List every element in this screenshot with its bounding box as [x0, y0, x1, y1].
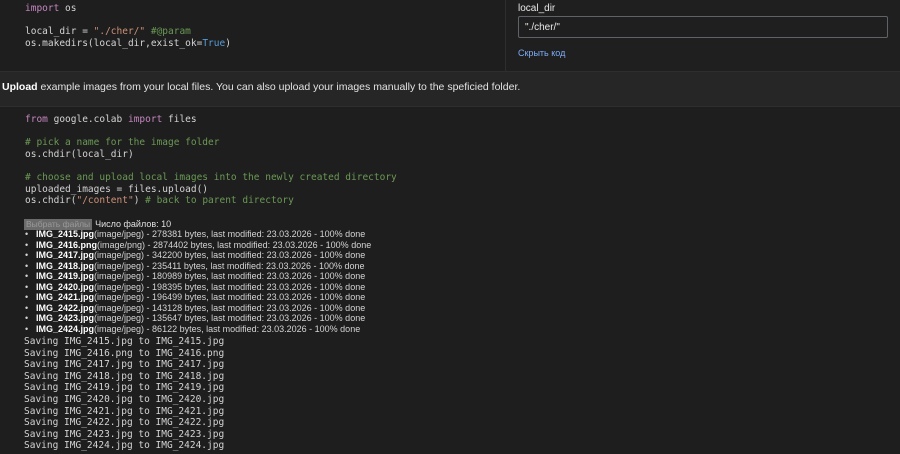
code-token: True [202, 37, 226, 49]
file-count-label: Число файлов: 10 [95, 219, 172, 229]
cell-output: Выбрать файлы Число файлов: 10 IMG_2415.… [0, 214, 900, 454]
file-name: IMG_2424.jpg [36, 323, 95, 334]
uploaded-file-item: IMG_2420.jpg(image/jpeg) - 198395 bytes,… [24, 282, 371, 293]
code-line: # pick a name for the image folder [25, 137, 397, 149]
saving-line: Saving IMG_2417.jpg to IMG_2417.jpg [24, 359, 225, 371]
saving-line: Saving IMG_2421.jpg to IMG_2421.jpg [24, 405, 225, 417]
file-info: (image/jpeg) - 278381 bytes, last modifi… [94, 229, 366, 239]
uploaded-file-item: IMG_2424.jpg(image/jpeg) - 86122 bytes, … [24, 324, 371, 335]
uploaded-file-list: IMG_2415.jpg(image/jpeg) - 278381 bytes,… [24, 229, 371, 334]
form-panel: local_dir Скрыть код [505, 0, 900, 71]
markdown-cell-upload[interactable]: Upload example images from your local fi… [0, 71, 900, 107]
saving-line: Saving IMG_2424.jpg to IMG_2424.jpg [24, 440, 225, 452]
file-info: (image/jpeg) - 235411 bytes, last modifi… [94, 260, 365, 271]
file-name: IMG_2421.jpg [36, 292, 95, 302]
uploaded-file-item: IMG_2419.jpg(image/jpeg) - 180989 bytes,… [24, 271, 371, 282]
file-info: (image/jpeg) - 86122 bytes, last modifie… [94, 323, 361, 334]
code-line: from google.colab import files [25, 114, 397, 126]
file-name: IMG_2419.jpg [36, 271, 95, 281]
code-token: "./cher/" [93, 26, 146, 38]
code-token: local_dir = [25, 26, 94, 38]
saving-line: Saving IMG_2423.jpg to IMG_2423.jpg [24, 428, 225, 440]
code-token: os.makedirs(local_dir,exist_ok= [25, 37, 203, 49]
file-name: IMG_2416.png [36, 239, 98, 250]
local-dir-input[interactable] [518, 16, 888, 38]
uploaded-file-item: IMG_2416.png(image/png) - 2874402 bytes,… [24, 240, 371, 251]
code-token: # back to parent directory [145, 195, 294, 207]
code-token: os [59, 3, 77, 14]
code-token: ) [225, 37, 231, 49]
saving-line: Saving IMG_2418.jpg to IMG_2418.jpg [24, 370, 225, 382]
upload-bold-word: Upload [2, 81, 38, 93]
file-info: (image/jpeg) - 342200 bytes, last modifi… [94, 250, 366, 260]
code-token: #@param [145, 26, 191, 38]
uploaded-file-item: IMG_2417.jpg(image/jpeg) - 342200 bytes,… [24, 250, 371, 261]
hide-code-link[interactable]: Скрыть код [518, 48, 565, 58]
code-token: uploaded_images = files.upload() [25, 183, 209, 195]
code-token: import [127, 114, 163, 125]
code-editor-setup[interactable]: import os local_dir = "./cher/" #@param o… [25, 3, 231, 49]
code-token: "/content" [76, 195, 134, 207]
code-line: os.makedirs(local_dir,exist_ok=True) [25, 38, 231, 50]
uploaded-file-item: IMG_2418.jpg(image/jpeg) - 235411 bytes,… [24, 261, 371, 272]
saving-line: Saving IMG_2420.jpg to IMG_2420.jpg [24, 393, 225, 405]
code-token: # choose and upload local images into th… [25, 171, 397, 183]
file-name: IMG_2417.jpg [36, 250, 95, 260]
code-editor-upload[interactable]: from google.colab import files # pick a … [25, 114, 397, 207]
uploaded-file-item: IMG_2423.jpg(image/jpeg) - 135647 bytes,… [24, 313, 371, 324]
file-name: IMG_2423.jpg [36, 313, 95, 323]
code-token: from [25, 114, 48, 125]
code-line: os.chdir(local_dir) [25, 149, 397, 161]
code-line: import os [25, 3, 231, 15]
saving-line: Saving IMG_2415.jpg to IMG_2415.jpg [24, 336, 225, 347]
file-name: IMG_2415.jpg [36, 229, 95, 239]
file-info: (image/jpeg) - 198395 bytes, last modifi… [94, 281, 366, 292]
file-info: (image/jpeg) - 143128 bytes, last modifi… [94, 302, 366, 313]
saving-log: Saving IMG_2415.jpg to IMG_2415.jpg Savin… [24, 336, 224, 452]
uploaded-file-item: IMG_2422.jpg(image/jpeg) - 143128 bytes,… [24, 303, 371, 314]
code-line: uploaded_images = files.upload() [25, 184, 397, 196]
code-token: files [162, 114, 197, 125]
choose-files-button[interactable]: Выбрать файлы [24, 218, 93, 230]
code-token: google.colab [47, 114, 128, 125]
file-name: IMG_2422.jpg [36, 302, 95, 313]
file-info: (image/png) - 2874402 bytes, last modifi… [97, 239, 372, 250]
saving-line: Saving IMG_2416.png to IMG_2416.png [24, 347, 225, 359]
uploaded-file-item: IMG_2421.jpg(image/jpeg) - 196499 bytes,… [24, 292, 371, 303]
file-info: (image/jpeg) - 180989 bytes, last modifi… [94, 271, 366, 281]
code-line: os.chdir("/content") # back to parent di… [25, 195, 397, 207]
code-cell-upload[interactable]: from google.colab import files # pick a … [0, 107, 900, 214]
file-info: (image/jpeg) - 196499 bytes, last modifi… [94, 292, 366, 302]
code-token: os.chdir( [25, 195, 77, 207]
upload-description-text: example images from your local files. Yo… [37, 81, 521, 93]
code-cell-setup[interactable]: import os local_dir = "./cher/" #@param o… [0, 0, 900, 71]
file-name: IMG_2420.jpg [36, 281, 95, 292]
saving-line: Saving IMG_2422.jpg to IMG_2422.jpg [24, 417, 225, 429]
code-line: local_dir = "./cher/" #@param [25, 26, 231, 38]
saving-line: Saving IMG_2419.jpg to IMG_2419.jpg [24, 382, 225, 394]
local-dir-label: local_dir [518, 3, 556, 14]
upload-description: Upload example images from your local fi… [2, 81, 520, 93]
code-token: import [25, 3, 60, 14]
code-token: os.chdir(local_dir) [25, 148, 134, 160]
code-token: ) [133, 195, 146, 207]
code-token: # pick a name for the image folder [25, 137, 220, 149]
file-name: IMG_2418.jpg [36, 260, 95, 271]
uploaded-file-item: IMG_2415.jpg(image/jpeg) - 278381 bytes,… [24, 229, 371, 240]
code-line: # choose and upload local images into th… [25, 172, 397, 184]
file-info: (image/jpeg) - 135647 bytes, last modifi… [94, 313, 366, 323]
